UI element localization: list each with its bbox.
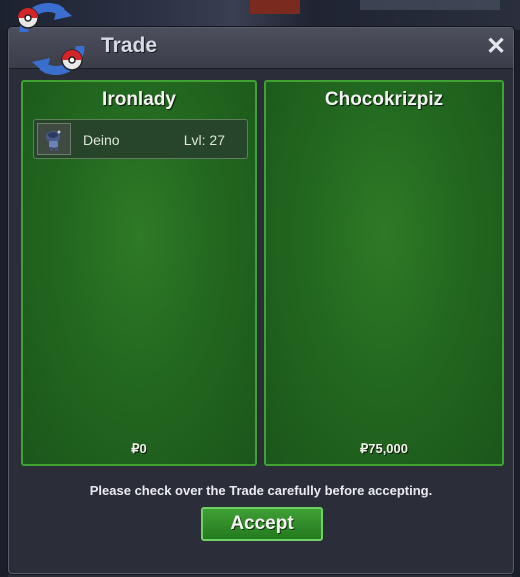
pokemon-slot[interactable]: Deino Lvl: 27	[33, 119, 248, 159]
close-button[interactable]: ✕	[483, 34, 509, 60]
accept-button[interactable]: Accept	[201, 507, 323, 541]
window-title: Trade	[101, 34, 158, 57]
game-background-object	[360, 0, 500, 10]
trade-notice: Please check over the Trade carefully be…	[89, 483, 433, 498]
pokemon-level: Lvl: 27	[183, 132, 225, 148]
money-offer: ₽75,000	[359, 441, 409, 456]
trade-swap-icon	[10, 2, 92, 76]
money-offer: ₽0	[131, 441, 147, 456]
trainer-name: Chocokrizpiz	[324, 89, 444, 110]
trade-window: Trade ✕ Ironlady Deino Lvl: 27 ₽0 Chocok…	[8, 27, 514, 574]
trade-panel-partner: Chocokrizpiz ₽75,000	[264, 80, 504, 466]
trade-panel-self: Ironlady Deino Lvl: 27 ₽0	[21, 80, 257, 466]
game-background-object	[250, 0, 300, 14]
deino-sprite-icon	[37, 123, 71, 155]
game-background-edge	[0, 30, 8, 577]
trainer-name: Ironlady	[102, 89, 176, 110]
pokemon-name: Deino	[83, 132, 120, 148]
